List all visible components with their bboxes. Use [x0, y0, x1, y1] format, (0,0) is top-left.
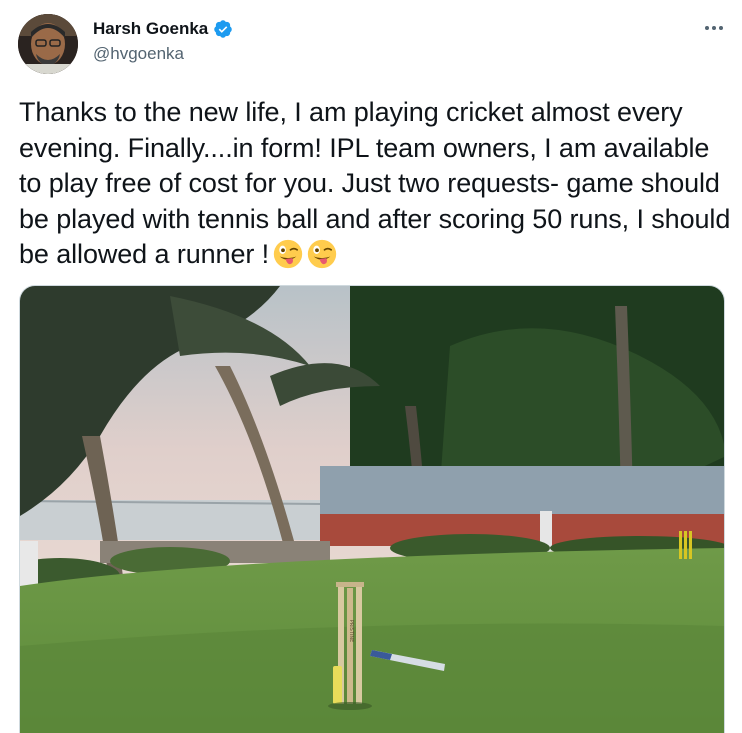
avatar-image: [18, 14, 78, 74]
tweet-photo[interactable]: PRISTINE: [19, 285, 725, 733]
tweet-text: Thanks to the new life, I am playing cri…: [19, 97, 731, 269]
avatar[interactable]: [18, 14, 78, 74]
tweet-card: Harsh Goenka @hvgoenka Thanks to the new…: [0, 0, 742, 733]
tweet-body: Thanks to the new life, I am playing cri…: [19, 95, 731, 273]
winking-face-with-tongue-emoji-2: [307, 239, 337, 269]
author-handle[interactable]: @hvgoenka: [93, 44, 184, 64]
stump-brand-text: PRISTINE: [348, 620, 354, 643]
cricket-lawn-photo: PRISTINE: [20, 286, 724, 733]
winking-face-with-tongue-emoji-1: [273, 239, 303, 269]
author-name-row[interactable]: Harsh Goenka: [93, 19, 233, 39]
verified-badge-icon: [213, 19, 233, 39]
author-display-name[interactable]: Harsh Goenka: [93, 19, 208, 39]
more-options-icon: [705, 26, 723, 30]
more-options-button[interactable]: [698, 16, 730, 40]
